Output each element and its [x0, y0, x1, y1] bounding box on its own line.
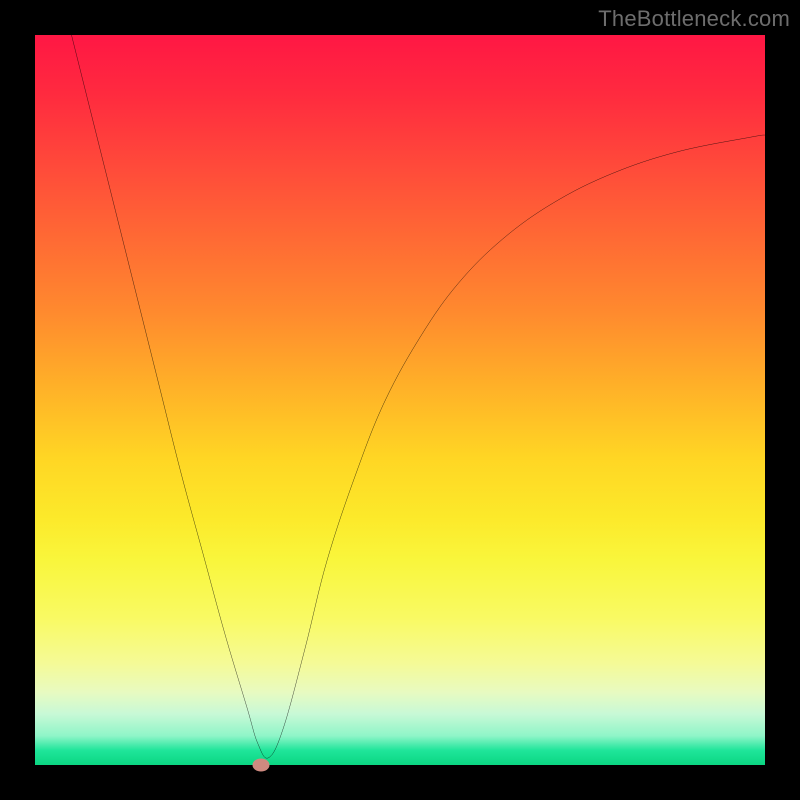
optimal-point-marker [253, 759, 270, 772]
chart-frame: TheBottleneck.com [0, 0, 800, 800]
bottleneck-curve [35, 35, 765, 765]
plot-gradient-area [35, 35, 765, 765]
attribution-text: TheBottleneck.com [598, 6, 790, 32]
curve-line [72, 35, 766, 758]
